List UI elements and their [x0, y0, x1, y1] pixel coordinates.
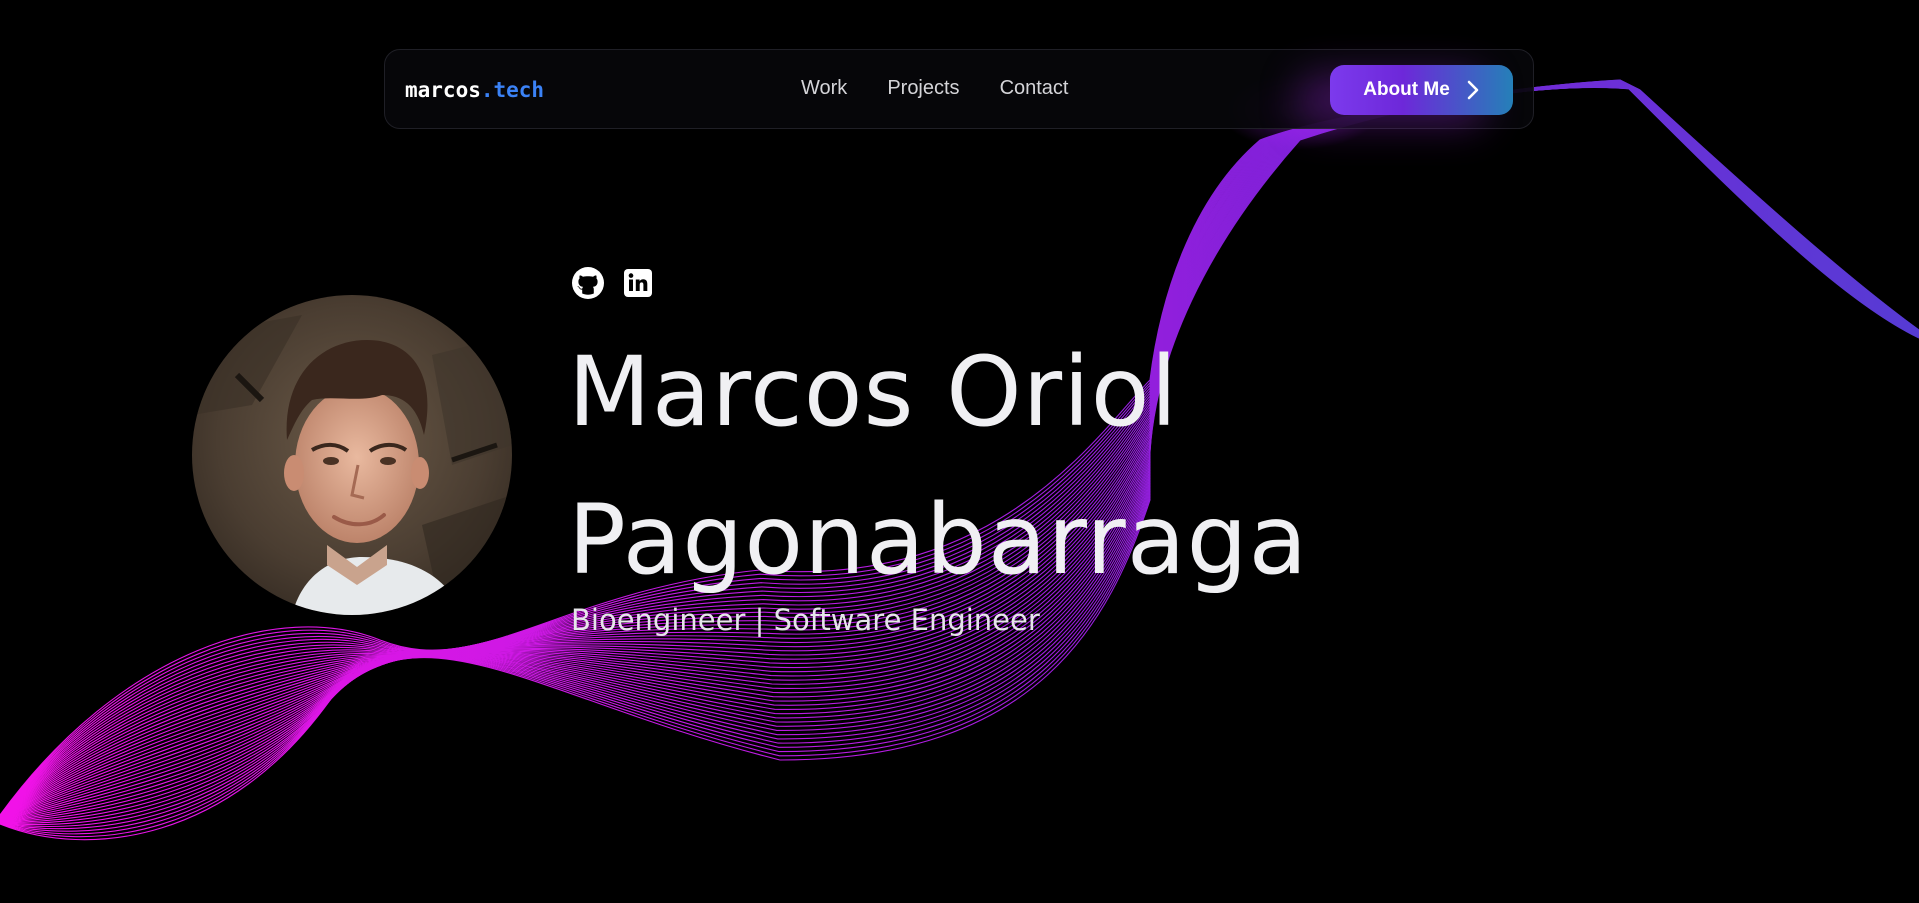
- logo-name: marcos: [405, 78, 481, 102]
- nav-link-contact[interactable]: Contact: [1000, 77, 1069, 100]
- avatar: [192, 295, 512, 615]
- logo-accent: .tech: [480, 78, 545, 102]
- about-me-button[interactable]: About Me: [1330, 65, 1513, 115]
- chevron-right-icon: [1467, 80, 1479, 100]
- hero-name: Marcos Oriol Pagonabarraga: [568, 318, 1308, 614]
- linkedin-link[interactable]: [621, 266, 655, 300]
- navbar: marcos.tech Work Projects Contact About …: [384, 49, 1534, 129]
- github-link[interactable]: [571, 266, 605, 300]
- hero-name-line-1: Marcos Oriol: [568, 336, 1179, 448]
- site-logo[interactable]: marcos.tech: [405, 78, 544, 102]
- nav-links: Work Projects Contact: [801, 77, 1069, 100]
- social-links: [571, 266, 655, 300]
- hero-name-line-2: Pagonabarraga: [568, 484, 1309, 596]
- github-icon: [572, 267, 604, 299]
- hero-tagline: Bioengineer | Software Engineer: [571, 603, 1040, 637]
- about-me-label: About Me: [1363, 79, 1450, 100]
- nav-link-projects[interactable]: Projects: [887, 77, 959, 100]
- nav-link-work[interactable]: Work: [801, 77, 847, 100]
- page: marcos.tech Work Projects Contact About …: [0, 0, 1919, 903]
- profile-photo: [192, 295, 512, 615]
- linkedin-icon: [624, 269, 652, 297]
